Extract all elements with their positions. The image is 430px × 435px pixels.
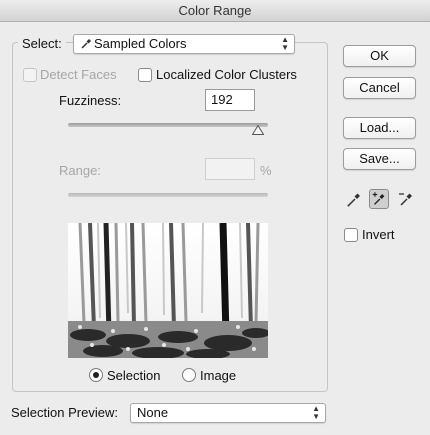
image-radio[interactable] (182, 368, 196, 382)
eyedropper-tool[interactable] (344, 189, 364, 209)
invert-checkbox[interactable] (344, 228, 358, 242)
color-range-dialog: Color Range Select: Sampled Colors ▲ ▼ De… (0, 0, 430, 435)
image-radio-label: Image (200, 368, 237, 383)
selection-preview-image (68, 223, 268, 358)
chevron-updown-icon: ▲ ▼ (281, 35, 289, 52)
selection-preview-value: None (137, 405, 169, 420)
eyedropper-subtract-tool[interactable] (396, 189, 416, 209)
select-label: Select: (18, 36, 66, 51)
selection-radio[interactable] (89, 368, 103, 382)
range-input (205, 158, 255, 180)
eyedropper-icon (347, 193, 360, 207)
fuzziness-slider-track[interactable] (68, 123, 268, 127)
eyedropper-add-tool[interactable] (369, 189, 389, 209)
detect-faces-label: Detect Faces (40, 67, 117, 82)
selection-radio-dot (93, 372, 99, 378)
save-button[interactable]: Save... (343, 148, 416, 170)
select-popup[interactable]: Sampled Colors ▲ ▼ (73, 34, 295, 54)
eyedropper-plus-icon (372, 192, 385, 205)
range-label: Range: (59, 163, 101, 178)
fuzziness-slider-thumb[interactable] (252, 125, 264, 135)
localized-clusters-label: Localized Color Clusters (156, 67, 297, 82)
load-button[interactable]: Load... (343, 117, 416, 139)
eyedropper-minus-icon (399, 193, 412, 206)
range-slider-track (68, 193, 268, 197)
selection-radio-label: Selection (107, 368, 161, 383)
detect-faces-checkbox (23, 68, 37, 82)
select-value: Sampled Colors (94, 36, 187, 51)
eyedropper-icon (81, 39, 91, 49)
selection-preview-popup[interactable]: None ▲ ▼ (130, 403, 326, 423)
fuzziness-label: Fuzziness: (59, 93, 122, 108)
cancel-button[interactable]: Cancel (343, 77, 416, 99)
ok-button[interactable]: OK (343, 45, 416, 67)
chevron-updown-icon: ▲ ▼ (312, 404, 320, 421)
fuzziness-input[interactable]: 192 (205, 89, 255, 111)
selection-preview-label: Selection Preview: (11, 405, 118, 420)
window-title: Color Range (0, 0, 430, 22)
localized-clusters-checkbox[interactable] (138, 68, 152, 82)
range-unit: % (260, 163, 272, 178)
invert-label: Invert (362, 227, 395, 242)
